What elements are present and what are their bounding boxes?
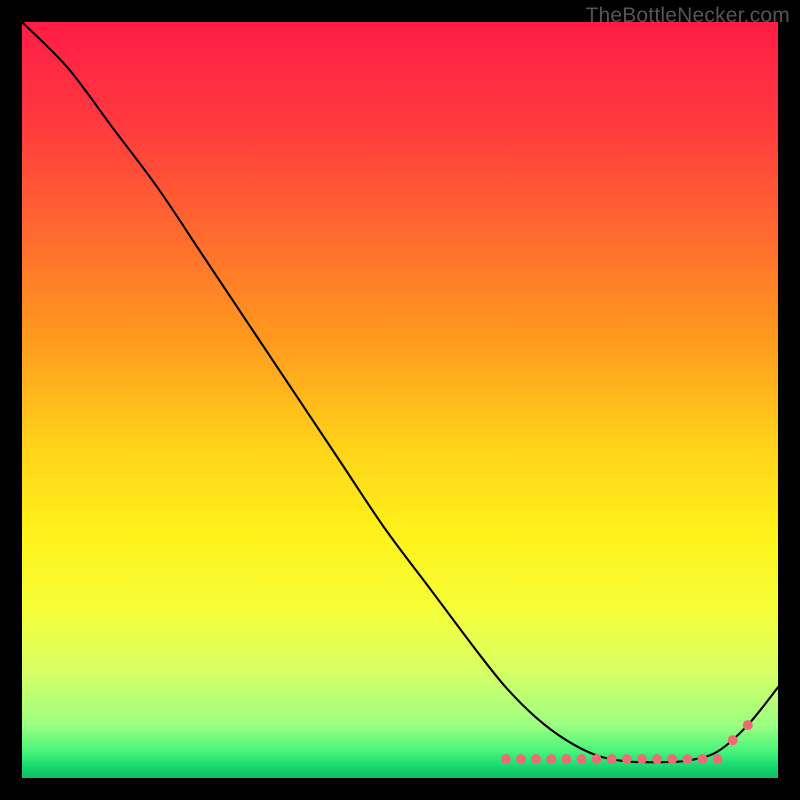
chart-marker [607, 754, 617, 764]
chart-marker [576, 754, 586, 764]
chart-marker [531, 754, 541, 764]
chart-plot [22, 22, 778, 778]
chart-marker [501, 754, 511, 764]
chart-marker [622, 754, 632, 764]
chart-marker [546, 754, 556, 764]
chart-marker [516, 754, 526, 764]
chart-marker [592, 754, 602, 764]
chart-marker [637, 754, 647, 764]
chart-marker [697, 754, 707, 764]
chart-marker [667, 754, 677, 764]
chart-background [22, 22, 778, 778]
chart-marker [713, 754, 723, 764]
chart-marker [743, 720, 753, 730]
chart-marker [652, 754, 662, 764]
chart-marker [728, 735, 738, 745]
chart-wrapper: TheBottleNecker.com [0, 0, 800, 800]
chart-marker [682, 754, 692, 764]
chart-marker [561, 754, 571, 764]
